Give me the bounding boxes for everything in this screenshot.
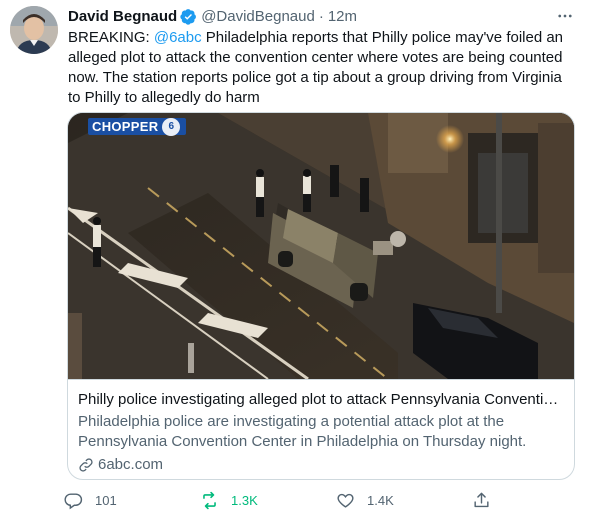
chopper-badge-text: CHOPPER: [92, 119, 159, 134]
card-body[interactable]: Philly police investigating alleged plot…: [68, 379, 574, 475]
share-button[interactable]: [472, 488, 503, 512]
tweet-header: David Begnaud @DavidBegnaud · 12m: [68, 6, 575, 26]
retweet-icon: [203, 491, 216, 509]
chopper-badge: CHOPPER 6: [88, 117, 187, 136]
mention-link[interactable]: @6abc: [154, 29, 202, 46]
author-handle[interactable]: @DavidBegnaud: [201, 8, 315, 25]
share-icon: [474, 492, 489, 507]
like-button[interactable]: 1.4K: [336, 488, 394, 512]
retweet-count: 1.3K: [231, 492, 258, 508]
tweet-actions: 101 1.3K 1.4K: [64, 488, 494, 512]
like-icon: [337, 493, 354, 508]
tweet-text: BREAKING: @6abc Philadelphia reports tha…: [68, 28, 576, 108]
like-count: 1.4K: [367, 492, 394, 508]
verified-badge-icon: [180, 8, 197, 25]
link-icon: [79, 458, 93, 472]
more-icon[interactable]: [555, 6, 575, 26]
card-image[interactable]: CHOPPER 6: [68, 113, 574, 379]
card-title: Philly police investigating alleged plot…: [78, 391, 564, 408]
author-name[interactable]: David Begnaud: [68, 8, 177, 25]
card-domain-text: 6abc.com: [98, 456, 164, 473]
tweet-timestamp[interactable]: 12m: [328, 8, 357, 25]
reply-button[interactable]: 101: [64, 488, 117, 512]
link-card[interactable]: CHOPPER 6 Philly police investigating al…: [67, 112, 575, 480]
tweet-text-prefix: BREAKING:: [68, 29, 154, 46]
avatar[interactable]: [10, 6, 58, 54]
retweet-button[interactable]: 1.3K: [200, 488, 258, 512]
station-logo: 6: [162, 117, 181, 136]
reply-icon: [64, 492, 83, 509]
card-description: Philadelphia police are investigating a …: [78, 413, 527, 450]
reply-count: 101: [95, 492, 117, 508]
card-domain: 6abc.com: [78, 455, 564, 475]
separator-dot: ·: [318, 7, 324, 25]
